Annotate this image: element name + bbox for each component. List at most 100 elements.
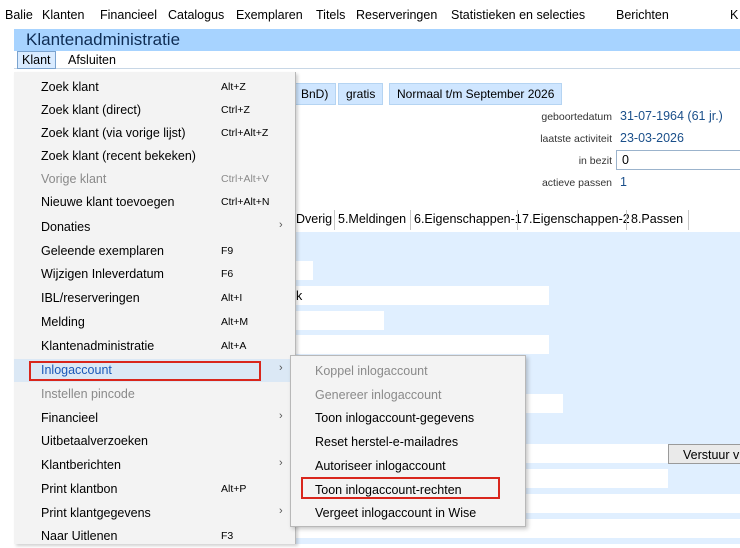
app-menu-statistieken[interactable]: Statistieken en selecties bbox=[451, 8, 585, 22]
menu-item-donaties[interactable]: Donaties › bbox=[14, 216, 295, 239]
form-field[interactable] bbox=[295, 261, 313, 280]
menu-item-shortcut: Alt+A bbox=[221, 340, 247, 352]
menu-item-zoek-klant-vorige-lijst[interactable]: Zoek klant (via vorige lijst) Ctrl+Alt+Z bbox=[14, 122, 295, 145]
menu-item-vorige-klant: Vorige klant Ctrl+Alt+V bbox=[14, 168, 295, 191]
tab-separator bbox=[410, 210, 411, 230]
form-field-text: k bbox=[296, 289, 303, 303]
app-menu-balie[interactable]: Balie bbox=[5, 8, 33, 22]
app-menu-berichten[interactable]: Berichten bbox=[616, 8, 669, 22]
app-menu-financieel[interactable]: Financieel bbox=[100, 8, 157, 22]
app-menu-exemplaren[interactable]: Exemplaren bbox=[236, 8, 303, 22]
laatste-activiteit-label: laatste activiteit bbox=[540, 133, 612, 145]
tab-eigenschappen-1[interactable]: 6.Eigenschappen-1 bbox=[414, 212, 522, 226]
submenu-item-label: Reset herstel-e-mailadres bbox=[315, 435, 459, 449]
menu-item-zoek-klant-direct[interactable]: Zoek klant (direct) Ctrl+Z bbox=[14, 99, 295, 122]
chevron-right-icon: › bbox=[279, 219, 283, 231]
menu-item-klantenadministratie[interactable]: Klantenadministratie Alt+A bbox=[14, 335, 295, 358]
in-bezit-field[interactable] bbox=[616, 150, 740, 170]
menu-item-label: Instellen pincode bbox=[41, 387, 135, 401]
menu-item-shortcut: Ctrl+Z bbox=[221, 104, 250, 116]
actieve-passen-label: actieve passen bbox=[541, 177, 612, 189]
menu-item-ibl-reserveringen[interactable]: IBL/reserveringen Alt+I bbox=[14, 287, 295, 310]
chevron-right-icon: › bbox=[279, 457, 283, 469]
status-pill-bnd: BnD) bbox=[293, 83, 337, 105]
menu-item-naar-uitlenen[interactable]: Naar Uitlenen F3 bbox=[14, 525, 295, 548]
menu-klant[interactable]: Klant bbox=[17, 51, 56, 69]
tab-passen[interactable]: 8.Passen bbox=[631, 212, 683, 226]
tab-overig[interactable]: Dverig bbox=[296, 212, 332, 226]
tab-meldingen[interactable]: 5.Meldingen bbox=[338, 212, 406, 226]
highlight-box-inlogaccount bbox=[29, 361, 261, 381]
menu-item-shortcut: Alt+Z bbox=[221, 81, 246, 93]
menu-item-label: Klantenadministratie bbox=[41, 339, 155, 353]
form-field[interactable] bbox=[295, 335, 549, 354]
menu-item-geleende-exemplaren[interactable]: Geleende exemplaren F9 bbox=[14, 240, 295, 263]
submenu-item-vergeet-inlogaccount[interactable]: Vergeet inlogaccount in Wise bbox=[291, 502, 525, 525]
form-field[interactable] bbox=[295, 311, 384, 330]
submenu-item-reset-herstel-emailadres[interactable]: Reset herstel-e-mailadres bbox=[291, 431, 525, 454]
menu-item-shortcut: Ctrl+Alt+Z bbox=[221, 127, 269, 139]
submenu-item-koppel-inlogaccount: Koppel inlogaccount bbox=[291, 360, 525, 383]
geboortedatum-value: 31-07-1964 (61 jr.) bbox=[620, 109, 723, 123]
menu-item-financieel[interactable]: Financieel › bbox=[14, 407, 295, 430]
menu-item-shortcut: Alt+P bbox=[221, 483, 247, 495]
in-bezit-value: 0 bbox=[622, 153, 629, 167]
tab-separator bbox=[334, 210, 335, 230]
submenu-item-label: Toon inlogaccount-gegevens bbox=[315, 411, 475, 425]
menu-item-print-klantgegevens[interactable]: Print klantgegevens › bbox=[14, 502, 295, 525]
menu-item-zoek-klant-recent[interactable]: Zoek klant (recent bekeken) bbox=[14, 145, 295, 168]
window-title-bar: Klantenadministratie bbox=[14, 29, 740, 51]
tab-eigenschappen-2[interactable]: 7.Eigenschappen-2 bbox=[522, 212, 630, 226]
chevron-right-icon: › bbox=[279, 362, 283, 374]
menu-item-wijzigen-inleverdatum[interactable]: Wijzigen Inleverdatum F6 bbox=[14, 263, 295, 286]
app-menu-catalogus[interactable]: Catalogus bbox=[168, 8, 224, 22]
submenu-item-label: Vergeet inlogaccount in Wise bbox=[315, 506, 477, 520]
menu-item-shortcut: Alt+I bbox=[221, 292, 243, 304]
menu-item-melding[interactable]: Melding Alt+M bbox=[14, 311, 295, 334]
menu-item-shortcut: Ctrl+Alt+V bbox=[221, 173, 269, 185]
app-menu-k[interactable]: K bbox=[730, 8, 738, 22]
menu-item-zoek-klant[interactable]: Zoek klant Alt+Z bbox=[14, 76, 295, 99]
app-menu-bar: Balie Klanten Financieel Catalogus Exemp… bbox=[0, 0, 740, 28]
app-menu-klanten[interactable]: Klanten bbox=[42, 8, 84, 22]
app-menu-reserveringen[interactable]: Reserveringen bbox=[356, 8, 437, 22]
tab-separator bbox=[517, 210, 518, 230]
menu-item-uitbetaalverzoeken[interactable]: Uitbetaalverzoeken bbox=[14, 430, 295, 453]
menu-item-label: Zoek klant (recent bekeken) bbox=[41, 149, 196, 163]
actieve-passen-value: 1 bbox=[620, 175, 627, 189]
in-bezit-label: in bezit bbox=[578, 155, 612, 167]
app-menu-titels[interactable]: Titels bbox=[316, 8, 345, 22]
chevron-right-icon: › bbox=[279, 410, 283, 422]
submenu-item-toon-gegevens[interactable]: Toon inlogaccount-gegevens bbox=[291, 407, 525, 430]
menu-afsluiten[interactable]: Afsluiten bbox=[68, 53, 116, 67]
submenu-item-label: Genereer inlogaccount bbox=[315, 388, 442, 402]
submenu-item-label: Autoriseer inlogaccount bbox=[315, 459, 446, 473]
geboortedatum-label: geboortedatum bbox=[541, 111, 612, 123]
highlight-box-toon-rechten bbox=[301, 477, 500, 499]
window-title: Klantenadministratie bbox=[26, 30, 181, 49]
menu-item-label: Vorige klant bbox=[41, 172, 107, 186]
menu-item-label: Zoek klant (direct) bbox=[41, 103, 142, 117]
klant-dropdown-menu: Zoek klant Alt+Z Zoek klant (direct) Ctr… bbox=[14, 72, 296, 544]
menu-item-label: Naar Uitlenen bbox=[41, 529, 118, 543]
tab-separator bbox=[688, 210, 689, 230]
form-field[interactable] bbox=[295, 286, 549, 305]
menu-item-label: IBL/reserveringen bbox=[41, 291, 140, 305]
chevron-right-icon: › bbox=[279, 505, 283, 517]
inlogaccount-submenu: Koppel inlogaccount Genereer inlogaccoun… bbox=[290, 355, 526, 527]
menu-item-nieuwe-klant[interactable]: Nieuwe klant toevoegen Ctrl+Alt+N bbox=[14, 191, 295, 214]
menu-item-label: Financieel bbox=[41, 411, 98, 425]
menu-item-klantberichten[interactable]: Klantberichten › bbox=[14, 454, 295, 477]
menu-item-shortcut: F6 bbox=[221, 268, 234, 280]
menu-item-label: Uitbetaalverzoeken bbox=[41, 434, 149, 448]
menu-item-label: Print klantgegevens bbox=[41, 506, 151, 520]
menu-item-label: Zoek klant (via vorige lijst) bbox=[41, 126, 186, 140]
menu-item-print-klantbon[interactable]: Print klantbon Alt+P bbox=[14, 478, 295, 501]
menu-item-shortcut: Alt+M bbox=[221, 316, 249, 328]
menu-item-label: Zoek klant bbox=[41, 80, 99, 94]
submenu-item-autoriseer-inlogaccount[interactable]: Autoriseer inlogaccount bbox=[291, 455, 525, 478]
verstuur-button[interactable]: Verstuur v bbox=[668, 444, 740, 464]
tab-separator bbox=[626, 210, 627, 230]
laatste-activiteit-value: 23-03-2026 bbox=[620, 131, 684, 145]
menu-item-label: Klantberichten bbox=[41, 458, 121, 472]
